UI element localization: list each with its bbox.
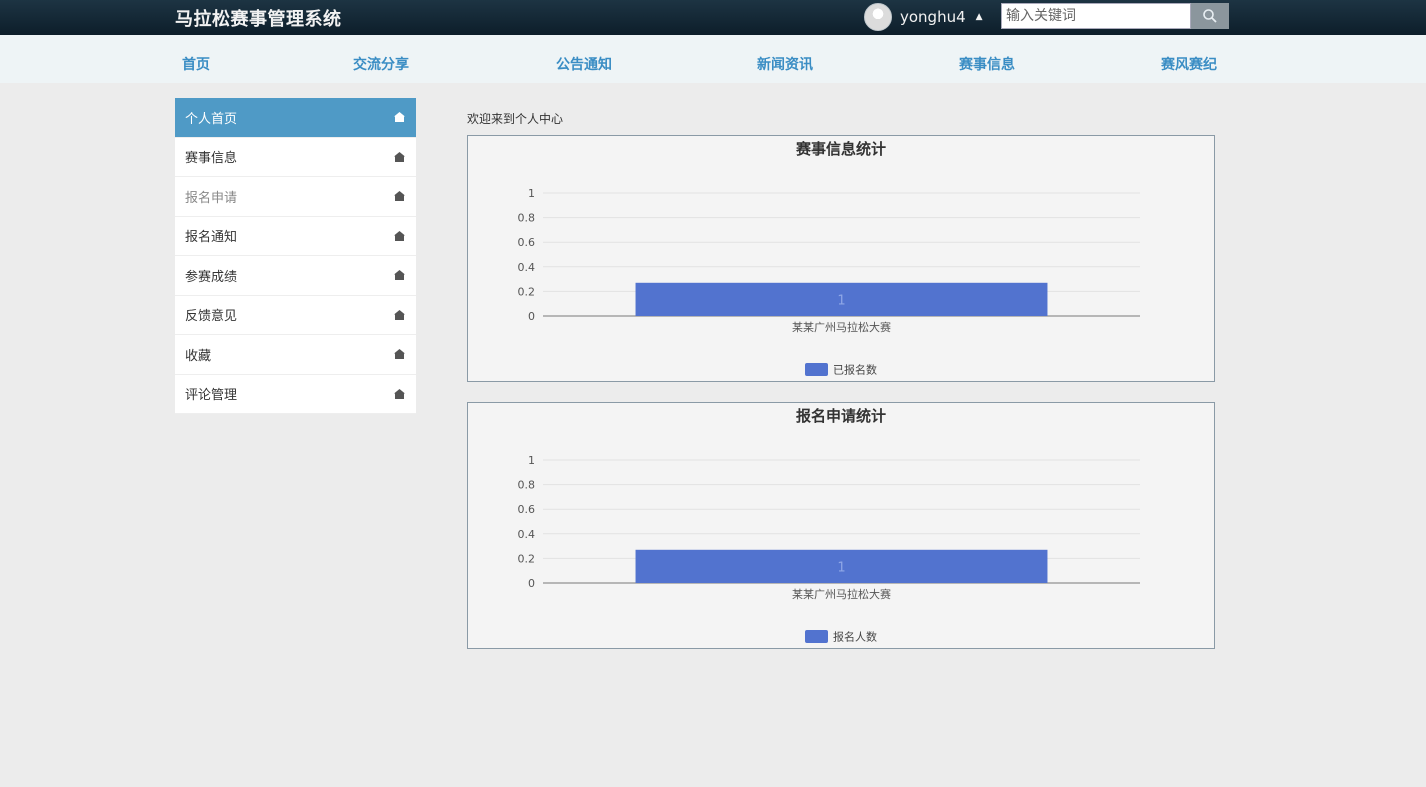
top-header: 马拉松赛事管理系统 yonghu4 ▲ — [0, 0, 1426, 35]
home-icon — [394, 349, 405, 359]
bar-data-label: 1 — [837, 560, 845, 575]
sidebar-item-label: 赛事信息 — [185, 151, 238, 167]
caret-up-icon[interactable]: ▲ — [976, 12, 983, 22]
x-tick-label: 某某广州马拉松大赛 — [792, 320, 891, 334]
y-tick-label: 0.4 — [518, 261, 536, 274]
event-stats-chart: 赛事信息统计 0 0.2 0.4 0.6 0.8 1 1 某某广州马拉松大赛已报名数 — [518, 140, 1140, 377]
home-icon — [394, 191, 405, 201]
sidebar-item-label: 报名申请 — [185, 190, 238, 206]
chart-title: 赛事信息统计 — [795, 140, 886, 158]
home-icon — [394, 230, 405, 241]
y-tick-label: 0.6 — [518, 236, 536, 249]
y-tick-label: 1 — [528, 454, 535, 467]
sidebar-item-event-info[interactable]: 赛事信息 — [175, 138, 416, 177]
username[interactable]: yonghu4 — [900, 8, 966, 26]
home-icon — [394, 309, 405, 320]
legend-swatch — [805, 630, 828, 643]
chart-title: 报名申请统计 — [796, 407, 886, 425]
home-icon — [394, 388, 405, 399]
x-tick-label: 某某广州马拉松大赛 — [792, 587, 891, 601]
y-tick-label: 0.6 — [518, 503, 536, 516]
legend-label: 报名人数 — [833, 630, 877, 644]
sidebar-item-results[interactable]: 参赛成绩 — [175, 256, 416, 296]
nav-news[interactable]: 新闻资讯 — [757, 54, 813, 74]
y-tick-label: 0.2 — [518, 552, 536, 565]
welcome-text: 欢迎来到个人中心 — [467, 112, 564, 126]
home-icon — [394, 151, 405, 162]
sidebar-item-label: 参赛成绩 — [185, 269, 238, 285]
home-icon — [394, 112, 405, 122]
y-tick-label: 0 — [528, 577, 535, 590]
nav-share[interactable]: 交流分享 — [353, 54, 409, 74]
y-tick-label: 0.8 — [518, 212, 536, 225]
nav-discipline[interactable]: 赛风赛纪 — [1161, 54, 1217, 74]
sidebar-item-label: 评论管理 — [185, 388, 238, 404]
sidebar-item-feedback[interactable]: 反馈意见 — [175, 296, 416, 335]
legend-label: 已报名数 — [833, 363, 877, 377]
y-tick-label: 0.8 — [518, 479, 536, 492]
sidebar: 个人首页 赛事信息 报名申请 报名通知 参赛成绩 反馈意见 收藏 评论管理 — [175, 98, 416, 414]
event-stats-chart-panel: 赛事信息统计 0 0.2 0.4 0.6 0.8 1 1 某某广州马拉松大赛已报名数 — [467, 135, 1215, 382]
registration-stats-chart-panel: 报名申请统计 0 0.2 0.4 0.6 0.8 1 1 某某广州马拉松大赛报名人数 — [467, 402, 1215, 649]
avatar[interactable] — [864, 3, 892, 31]
registration-stats-chart: 报名申请统计 0 0.2 0.4 0.6 0.8 1 1 某某广州马拉松大赛报名人数 — [518, 407, 1140, 644]
bar-data-label: 1 — [837, 293, 845, 308]
sidebar-item-label: 收藏 — [185, 348, 212, 364]
sidebar-item-personal-home[interactable]: 个人首页 — [175, 98, 416, 138]
search-input[interactable] — [1001, 3, 1191, 29]
search-icon — [1203, 9, 1217, 23]
nav-notice[interactable]: 公告通知 — [556, 54, 612, 74]
y-tick-label: 0.2 — [518, 285, 536, 298]
y-tick-label: 1 — [528, 187, 535, 200]
home-icon — [394, 270, 405, 280]
nav-home[interactable]: 首页 — [182, 54, 210, 74]
sidebar-item-label: 个人首页 — [185, 111, 238, 127]
sidebar-item-comments[interactable]: 评论管理 — [175, 375, 416, 414]
sidebar-item-label: 反馈意见 — [185, 309, 238, 325]
sidebar-item-label: 报名通知 — [185, 230, 238, 246]
legend-swatch — [805, 363, 828, 376]
search-button[interactable] — [1191, 3, 1229, 29]
nav-events[interactable]: 赛事信息 — [959, 54, 1015, 74]
user-menu[interactable]: yonghu4 ▲ — [864, 2, 983, 32]
sidebar-item-registration[interactable]: 报名申请 — [175, 177, 416, 217]
y-tick-label: 0.4 — [518, 528, 536, 541]
app-title: 马拉松赛事管理系统 — [175, 9, 342, 30]
y-tick-label: 0 — [528, 310, 535, 323]
sidebar-item-registration-notice[interactable]: 报名通知 — [175, 217, 416, 256]
sidebar-item-favorites[interactable]: 收藏 — [175, 335, 416, 375]
main-nav: 首页 交流分享 公告通知 新闻资讯 赛事信息 赛风赛纪 — [0, 35, 1426, 83]
